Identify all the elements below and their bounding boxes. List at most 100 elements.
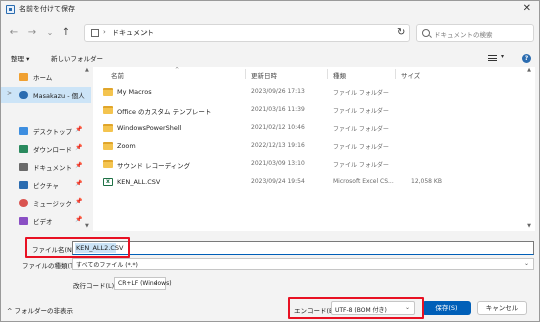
music-icon — [19, 199, 28, 207]
nav-item-label: ドキュメント — [33, 164, 72, 172]
nav-item-label: ピクチャ — [33, 182, 59, 190]
file-type: Microsoft Excel CS... — [333, 178, 394, 185]
file-date: 2023/09/26 17:13 — [251, 88, 305, 95]
forward-arrow-icon[interactable]: → — [25, 26, 39, 40]
new-folder-button[interactable]: 新しいフォルダー — [51, 53, 103, 63]
scroll-up-arrow-icon[interactable]: ▲ — [85, 67, 89, 73]
column-divider[interactable] — [327, 69, 328, 79]
column-header-name[interactable]: 名前 — [111, 70, 124, 80]
column-header-date[interactable]: 更新日時 — [251, 70, 277, 80]
navigation-bar: ← → ⌄ ↑ › ドキュメント › ↻ ドキュメントの検索 — [1, 21, 539, 47]
file-type: ファイル フォルダー — [333, 162, 389, 169]
sort-ascending-icon: ^ — [175, 67, 180, 73]
dialog-footer: ^ フォルダーの非表示 エンコード(E): UTF-8 (BOM 付き) ⌄ 保… — [1, 295, 539, 322]
filename-highlight-box — [25, 237, 130, 258]
file-type: ファイル フォルダー — [333, 108, 389, 115]
back-arrow-icon[interactable]: ← — [7, 26, 21, 40]
scroll-down-arrow-icon[interactable]: ▼ — [527, 223, 531, 229]
nav-item-desktop[interactable]: デスクトップ 📌 — [1, 123, 91, 139]
file-name: KEN_ALL.CSV — [117, 178, 161, 186]
nav-item-pictures[interactable]: ピクチャ 📌 — [1, 177, 91, 193]
hide-folders-toggle[interactable]: ^ フォルダーの非表示 — [7, 305, 73, 315]
file-size: 12,058 KB — [411, 178, 442, 185]
folder-location-icon — [91, 29, 99, 37]
file-date: 2022/12/13 19:16 — [251, 142, 305, 149]
file-type: ファイル フォルダー — [333, 126, 389, 133]
pin-icon: 📌 — [75, 180, 83, 187]
nav-item-downloads[interactable]: ダウンロード 📌 — [1, 141, 91, 157]
cancel-button[interactable]: キャンセル — [477, 301, 527, 315]
column-divider[interactable] — [245, 69, 246, 79]
expand-chevron-icon[interactable]: > — [7, 90, 12, 97]
document-icon — [19, 163, 28, 171]
column-header-type[interactable]: 種類 — [333, 70, 346, 80]
filetype-label: ファイルの種類(T): — [22, 262, 79, 270]
dialog-icon — [6, 5, 15, 14]
search-icon — [422, 29, 430, 37]
file-row[interactable]: WindowsPowerShell 2021/02/12 10:46 ファイル … — [93, 120, 523, 138]
nav-item-music[interactable]: ミュージック 📌 — [1, 195, 91, 211]
view-dropdown-icon[interactable]: ▾ — [501, 53, 504, 60]
file-name: My Macros — [117, 88, 152, 96]
nav-item-label: ミュージック — [33, 200, 72, 208]
file-row[interactable]: Office のカスタム テンプレート 2021/03/16 11:39 ファイ… — [93, 102, 523, 120]
view-list-icon[interactable] — [488, 55, 497, 61]
filename-input[interactable]: KEN_ALL2.CSV — [72, 241, 534, 255]
nav-item-label: ビデオ — [33, 218, 53, 226]
command-toolbar: 整理 ▾ 新しいフォルダー ▾ ? — [1, 49, 539, 67]
cloud-icon — [19, 91, 28, 99]
search-box[interactable]: ドキュメントの検索 — [416, 24, 534, 42]
file-date: 2021/03/16 11:39 — [251, 106, 305, 113]
nav-item-documents[interactable]: ドキュメント 📌 — [1, 159, 91, 175]
folder-icon — [103, 160, 113, 168]
picture-icon — [19, 181, 28, 189]
eol-select[interactable]: CR+LF (Windows) — [114, 277, 172, 290]
recent-locations-chevron-icon[interactable]: ⌄ — [43, 26, 57, 40]
address-bar[interactable]: › ドキュメント › — [84, 24, 410, 42]
column-divider[interactable] — [395, 69, 396, 79]
file-row[interactable]: Zoom 2022/12/13 19:16 ファイル フォルダー — [93, 138, 523, 156]
folder-icon — [103, 124, 113, 132]
pin-icon: 📌 — [75, 144, 83, 151]
folder-icon — [103, 106, 113, 114]
file-name: Zoom — [117, 142, 136, 150]
save-button[interactable]: 保存(S) — [422, 301, 471, 315]
pin-icon: 📌 — [75, 126, 83, 133]
filetype-select[interactable]: すべてのファイル (*.*) ⌄ — [72, 258, 534, 270]
file-name: WindowsPowerShell — [117, 124, 182, 132]
search-placeholder: ドキュメントの検索 — [434, 31, 493, 39]
column-header-size[interactable]: サイズ — [401, 70, 420, 80]
help-icon[interactable]: ? — [522, 54, 531, 63]
download-icon — [19, 145, 28, 153]
file-row[interactable]: KEN_ALL.CSV 2023/09/24 19:54 Microsoft E… — [93, 174, 523, 192]
refresh-icon[interactable]: ↻ — [397, 27, 405, 38]
file-row[interactable]: サウンド レコーディング 2021/03/09 13:10 ファイル フォルダー — [93, 156, 523, 174]
pin-icon: 📌 — [75, 162, 83, 169]
file-list: ^ 名前 更新日時 種類 サイズ My Macros 2023/09/26 17… — [93, 67, 535, 231]
scroll-down-arrow-icon[interactable]: ▼ — [85, 223, 89, 229]
video-icon — [19, 217, 28, 225]
pin-icon: 📌 — [75, 198, 83, 205]
home-icon — [19, 73, 28, 81]
file-name: サウンド レコーディング — [117, 162, 191, 170]
nav-item-label: Masakazu - 個人 — [33, 92, 85, 100]
nav-item-label: デスクトップ — [33, 128, 72, 136]
breadcrumb-separator[interactable]: › — [145, 28, 148, 36]
nav-item-home[interactable]: ホーム — [1, 69, 91, 85]
excel-icon — [103, 178, 113, 186]
nav-item-videos[interactable]: ビデオ 📌 — [1, 213, 91, 229]
chevron-down-icon: ⌄ — [523, 260, 529, 267]
up-arrow-icon[interactable]: ↑ — [59, 26, 73, 40]
nav-item-onedrive[interactable]: > Masakazu - 個人 — [1, 87, 91, 103]
organize-menu[interactable]: 整理 ▾ — [11, 53, 29, 63]
file-row[interactable]: My Macros 2023/09/26 17:13 ファイル フォルダー — [93, 84, 523, 102]
folder-icon — [103, 142, 113, 150]
scroll-up-arrow-icon[interactable]: ▲ — [527, 67, 531, 73]
file-date: 2021/03/09 13:10 — [251, 160, 305, 167]
file-type: ファイル フォルダー — [333, 90, 389, 97]
nav-item-label: ホーム — [33, 74, 53, 82]
close-icon[interactable]: ✕ — [523, 3, 531, 15]
navigation-pane: ホーム > Masakazu - 個人 デスクトップ 📌 ダウンロード 📌 ドキ… — [1, 67, 91, 231]
desktop-icon — [19, 127, 28, 135]
chevron-down-icon[interactable]: ⌄ — [153, 279, 158, 286]
